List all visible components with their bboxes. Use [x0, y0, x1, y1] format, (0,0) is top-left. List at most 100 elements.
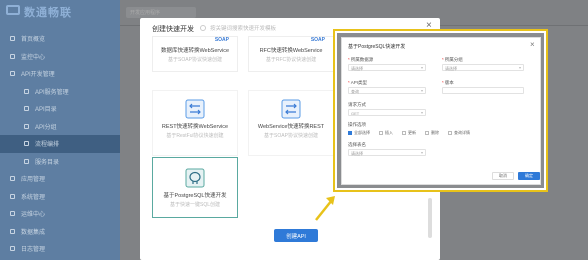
card-subtitle: 基于RestFul协议快速创建: [166, 133, 224, 139]
checkbox-label: 查询详情: [454, 130, 470, 135]
postgresql-form-dialog: 基于PostgreSQL快速开发 × *所属数据源 请选择 ▾ *所属分组 请选择…: [341, 37, 541, 185]
confirm-button[interactable]: 确定: [518, 172, 540, 180]
sidebar-item-label: 日志管理: [21, 247, 46, 254]
card-title: REST快速转换WebService: [161, 124, 229, 130]
api-type-label-text: API类型: [350, 80, 368, 85]
sidebar-item[interactable]: 运维中心: [0, 205, 120, 223]
template-search[interactable]: 按关键词搜索快速开发模板: [200, 24, 276, 32]
card-title: 数据库快速转换WebService: [160, 48, 230, 54]
sidebar-item[interactable]: API分组: [0, 118, 120, 136]
sidebar-item[interactable]: API开发管理: [0, 65, 120, 83]
sidebar-item[interactable]: 流程编排: [0, 135, 120, 153]
checkbox-label: 插入: [385, 130, 393, 135]
sidebar-item-label: 监控中心: [21, 54, 46, 61]
close-icon[interactable]: ×: [530, 40, 535, 49]
template-card-db-webservice[interactable]: SOAP 数据库快速转换WebService 基于SOAP协议快速创建: [152, 36, 238, 72]
checkbox-icon: [425, 131, 429, 135]
method-select[interactable]: GET ▾: [348, 109, 426, 116]
modal-scrollbar[interactable]: [428, 198, 432, 238]
card-subtitle: 基于SOAP协议快速创建: [264, 133, 318, 139]
api-type-select[interactable]: 查询 ▾: [348, 87, 426, 94]
sidebar-item-label: 服务目录: [35, 159, 60, 166]
chevron-down-icon: ▾: [420, 110, 423, 115]
datasource-label-text: 所属数据源: [350, 57, 374, 62]
sidebar-item-label: 流程编排: [35, 142, 60, 149]
menu-icon: [24, 88, 29, 94]
table-select[interactable]: 请选择 ▾: [348, 149, 426, 156]
sidebar-item[interactable]: API服务管理: [0, 83, 120, 101]
ops-checkbox-group: 全部选择 插入 更新 删除 查询详情: [348, 130, 470, 136]
ops-label: 操作选项: [348, 122, 366, 128]
menu-icon: [10, 228, 15, 234]
checkbox-insert[interactable]: 插入: [379, 130, 393, 136]
soap-tag: SOAP: [310, 37, 325, 43]
menu-icon: [24, 106, 29, 112]
sidebar-item[interactable]: 系统管理: [0, 188, 120, 206]
method-label-text: 请求方式: [348, 102, 366, 107]
cancel-button[interactable]: 取消: [492, 172, 514, 180]
create-api-button[interactable]: 创建API: [274, 229, 318, 242]
checkbox-select-all[interactable]: 全部选择: [348, 130, 370, 136]
method-value: GET: [351, 111, 360, 116]
chevron-down-icon: ▾: [420, 65, 423, 70]
ops-label-text: 操作选项: [348, 122, 366, 127]
table-label-text: 选择表名: [348, 142, 366, 147]
sidebar-item[interactable]: API目录: [0, 100, 120, 118]
group-placeholder: 请选择: [445, 66, 457, 71]
datasource-placeholder: 请选择: [351, 66, 363, 71]
sidebar-item[interactable]: 日志管理: [0, 240, 120, 258]
checkbox-label: 更新: [408, 130, 416, 135]
checkbox-delete[interactable]: 删除: [425, 130, 439, 136]
group-label-text: 所属分组: [444, 57, 463, 62]
chevron-down-icon: ▾: [420, 150, 423, 155]
version-label: *版本: [442, 80, 454, 85]
menu-icon: [10, 71, 15, 77]
app-logo: 数通畅联: [24, 7, 72, 19]
soap-tag: SOAP: [214, 37, 229, 43]
datasource-select[interactable]: 请选择 ▾: [348, 64, 426, 71]
sidebar-item-label: 首页概览: [21, 37, 46, 44]
version-input[interactable]: [442, 87, 524, 94]
card-title: RFC快速转换WebService: [259, 48, 323, 54]
sidebar-item-label: 数据集成: [21, 229, 46, 236]
version-label-text: 版本: [444, 80, 454, 85]
highlight-frame: 基于PostgreSQL快速开发 × *所属数据源 请选择 ▾ *所属分组 请选择…: [333, 29, 548, 192]
menu-icon: [10, 36, 15, 42]
method-label: 请求方式: [348, 102, 366, 108]
template-card-rest-webservice[interactable]: REST快速转换WebService 基于RestFul协议快速创建: [152, 90, 238, 156]
sidebar-item-label: API目录: [35, 107, 57, 114]
sidebar-item[interactable]: 服务目录: [0, 153, 120, 171]
api-type-label: *API类型: [348, 80, 368, 85]
card-title: 基于PostgreSQL快速开发: [163, 193, 227, 199]
checkbox-label: 全部选择: [354, 130, 370, 135]
menu-icon: [24, 158, 29, 164]
api-type-value: 查询: [351, 89, 359, 94]
top-tab[interactable]: 开发应用程序: [126, 7, 196, 18]
table-placeholder: 请选择: [351, 151, 363, 156]
search-radio-icon[interactable]: [200, 25, 206, 31]
sidebar-item[interactable]: 数据集成: [0, 223, 120, 241]
postgresql-icon: [185, 168, 205, 188]
sidebar-item[interactable]: 应用管理: [0, 170, 120, 188]
table-label: 选择表名: [348, 142, 366, 148]
sidebar-item-label: 应用管理: [21, 177, 46, 184]
checkbox-icon: [348, 131, 352, 135]
template-card-postgresql[interactable]: 基于PostgreSQL快速开发 基于快速一键SQL创建: [152, 157, 238, 218]
checkbox-query-detail[interactable]: 查询详情: [448, 130, 470, 136]
datasource-label: *所属数据源: [348, 57, 374, 62]
card-subtitle: 基于RFC协议快速创建: [265, 57, 317, 63]
pointer-arrow-icon: [315, 196, 335, 221]
template-card-rfc-webservice[interactable]: SOAP RFC快速转换WebService 基于RFC协议快速创建: [248, 36, 334, 72]
template-card-webservice-rest[interactable]: WebService快速转换REST 基于SOAP协议快速创建: [248, 90, 334, 156]
sidebar-item-label: API分组: [35, 124, 57, 131]
menu-icon: [10, 53, 15, 59]
group-label: *所属分组: [442, 57, 463, 62]
checkbox-icon: [448, 131, 452, 135]
sidebar-item[interactable]: 监控中心: [0, 48, 120, 66]
card-title: WebService快速转换REST: [257, 124, 325, 130]
group-select[interactable]: 请选择 ▾: [442, 64, 524, 71]
checkbox-update[interactable]: 更新: [402, 130, 416, 136]
sidebar-item[interactable]: 首页概览: [0, 30, 120, 48]
sidebar-item-label: API开发管理: [21, 72, 55, 79]
menu-icon: [10, 211, 15, 217]
